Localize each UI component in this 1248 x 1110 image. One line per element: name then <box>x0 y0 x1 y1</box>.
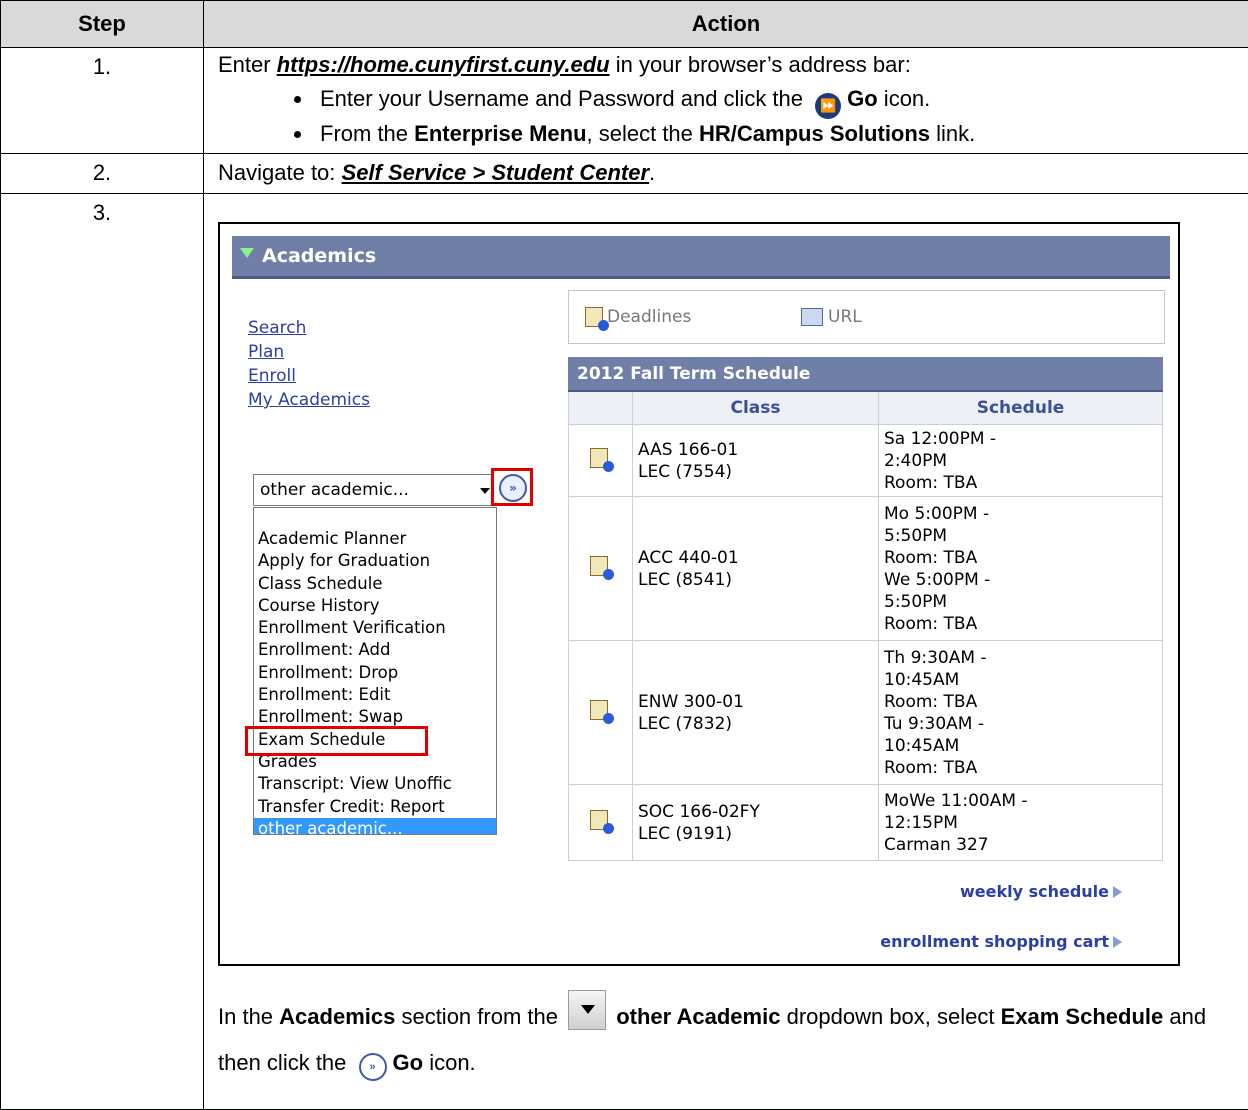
collapse-triangle-icon[interactable] <box>240 248 254 258</box>
list-option[interactable]: Transfer Credit: Report <box>254 796 496 818</box>
arrow-right-icon <box>1113 886 1122 898</box>
class-cell: AAS 166-01LEC (7554) <box>633 425 879 497</box>
icon-col-header <box>569 391 633 425</box>
academic-options-list[interactable]: Academic Planner Apply for Graduation Cl… <box>253 507 497 835</box>
schedule-cell: MoWe 11:00AM -12:15PMCarman 327 <box>879 785 1163 861</box>
url-link[interactable]: URL <box>801 307 862 327</box>
step1-bullets: Enter your Username and Password and cli… <box>218 84 1248 149</box>
academics-nav: Search Plan Enroll My Academics <box>248 316 370 412</box>
url-label: URL <box>828 307 862 327</box>
go-icon: » <box>359 1053 387 1081</box>
schedule-cell: Th 9:30AM -10:45AMRoom: TBATu 9:30AM -10… <box>879 641 1163 785</box>
list-option[interactable]: Class Schedule <box>254 573 496 595</box>
term-schedule-table: 2012 Fall Term Schedule Class Schedule A… <box>568 357 1163 861</box>
select-value: other academic... <box>260 480 409 500</box>
list-option[interactable]: Transcript: View Unoffic <box>254 773 496 795</box>
section-title: Academics <box>262 245 376 267</box>
go-button-highlight: » <box>491 468 533 506</box>
url-icon <box>801 308 823 326</box>
step-number-3: 3. <box>1 194 204 1110</box>
class-details-icon[interactable] <box>569 785 633 861</box>
arrow-right-icon <box>1113 936 1122 948</box>
deadlines-label: Deadlines <box>607 307 691 327</box>
table-row: ENW 300-01LEC (7832) Th 9:30AM -10:45AMR… <box>569 641 1163 785</box>
table-row: AAS 166-01LEC (7554) Sa 12:00PM -2:40PMR… <box>569 425 1163 497</box>
academics-screenshot: Academics Search Plan Enroll My Academic… <box>218 222 1180 966</box>
table-row: SOC 166-02FYLEC (9191) MoWe 11:00AM -12:… <box>569 785 1163 861</box>
dropdown-button-icon <box>568 990 606 1030</box>
class-cell: ENW 300-01LEC (7832) <box>633 641 879 785</box>
schedule-title: 2012 Fall Term Schedule <box>569 358 1163 392</box>
step-header: Step <box>1 1 204 48</box>
schedule-cell: Sa 12:00PM -2:40PMRoom: TBA <box>879 425 1163 497</box>
schedule-col-header: Schedule <box>879 391 1163 425</box>
list-option[interactable]: Academic Planner <box>254 528 496 550</box>
go-icon: ⏩ <box>815 93 841 119</box>
tools-bar: Deadlines URL <box>568 290 1165 344</box>
class-cell: SOC 166-02FYLEC (9191) <box>633 785 879 861</box>
navigation-path: Self Service > Student Center <box>342 160 650 185</box>
my-academics-link[interactable]: My Academics <box>248 388 370 412</box>
schedule-cell: Mo 5:00PM -5:50PMRoom: TBAWe 5:00PM -5:5… <box>879 497 1163 641</box>
class-cell: ACC 440-01LEC (8541) <box>633 497 879 641</box>
list-option[interactable]: Course History <box>254 595 496 617</box>
table-row: ACC 440-01LEC (8541) Mo 5:00PM -5:50PMRo… <box>569 497 1163 641</box>
step3-instructions: In the Academics section from the other … <box>218 990 1238 1086</box>
step1-bullet-2: From the Enterprise Menu, select the HR/… <box>314 119 1248 149</box>
step1-text-pre: Enter <box>218 52 277 77</box>
weekly-schedule-link[interactable]: weekly schedule <box>960 882 1122 901</box>
class-col-header: Class <box>633 391 879 425</box>
step-number-1: 1. <box>1 48 204 154</box>
cunyfirst-url-link[interactable]: https://home.cunyfirst.cuny.edu <box>277 52 610 77</box>
academics-section-header[interactable]: Academics <box>232 236 1170 279</box>
other-academic-select[interactable]: other academic... <box>253 474 493 506</box>
list-option[interactable]: Enrollment Verification <box>254 617 496 639</box>
shopping-cart-link[interactable]: enrollment shopping cart <box>880 932 1122 951</box>
list-option[interactable]: Apply for Graduation <box>254 550 496 572</box>
enroll-link[interactable]: Enroll <box>248 364 370 388</box>
go-button[interactable]: » <box>499 474 527 502</box>
action-step-1: Enter https://home.cunyfirst.cuny.edu in… <box>204 48 1248 154</box>
deadlines-icon <box>585 307 603 327</box>
action-step-2: Navigate to: Self Service > Student Cent… <box>204 154 1248 194</box>
exam-schedule-highlight <box>245 726 428 756</box>
class-details-icon[interactable] <box>569 641 633 785</box>
class-details-icon[interactable] <box>569 497 633 641</box>
dropdown-arrow-icon[interactable] <box>480 488 490 494</box>
step1-bullet-1: Enter your Username and Password and cli… <box>314 84 1248 119</box>
step-number-2: 2. <box>1 154 204 194</box>
step1-text-post: in your browser’s address bar: <box>610 52 911 77</box>
list-option-selected[interactable]: other academic... <box>254 818 496 835</box>
action-header: Action <box>204 1 1248 48</box>
deadlines-link[interactable]: Deadlines <box>585 307 691 327</box>
list-option[interactable]: Enrollment: Edit <box>254 684 496 706</box>
list-option[interactable]: Enrollment: Add <box>254 639 496 661</box>
class-details-icon[interactable] <box>569 425 633 497</box>
search-link[interactable]: Search <box>248 316 370 340</box>
plan-link[interactable]: Plan <box>248 340 370 364</box>
list-option[interactable]: Enrollment: Drop <box>254 662 496 684</box>
